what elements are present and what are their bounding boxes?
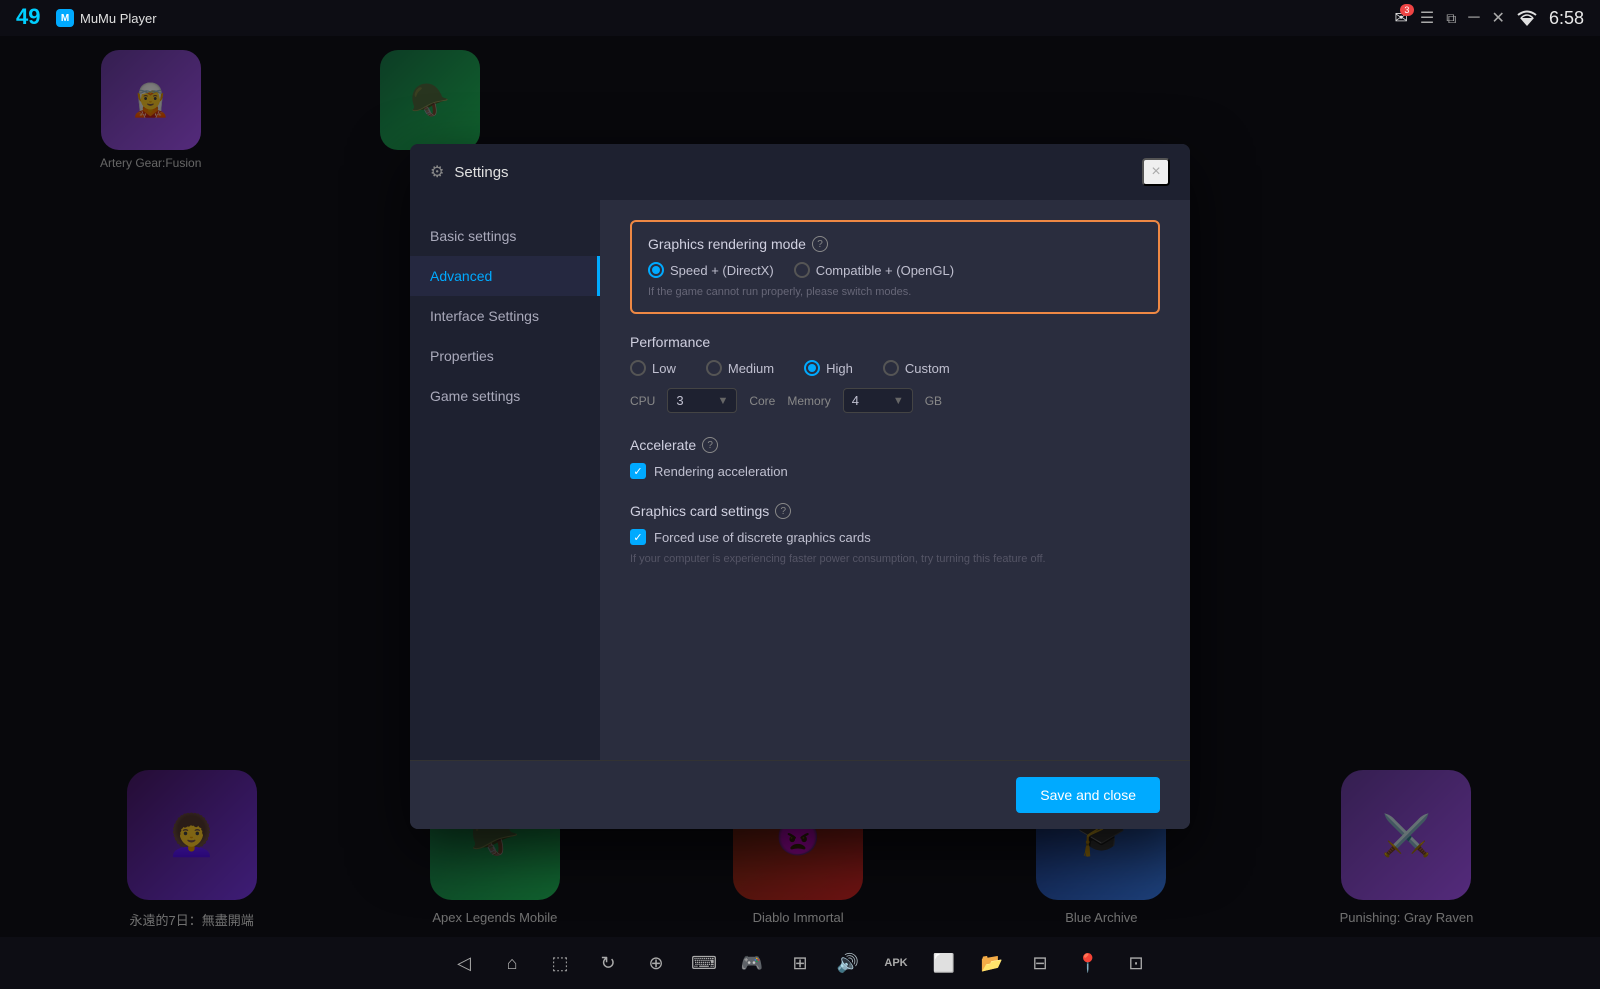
minimize-icon[interactable]: ─ xyxy=(1468,9,1479,27)
taskbar-keyboard[interactable]: ⌨ xyxy=(690,949,718,977)
memory-label: Memory xyxy=(787,394,830,408)
discrete-gpu-checkbox[interactable]: ✓ xyxy=(630,529,646,545)
save-close-button[interactable]: Save and close xyxy=(1016,777,1160,813)
taskbar-more[interactable]: ⊡ xyxy=(1122,949,1150,977)
discrete-gpu-row: ✓ Forced use of discrete graphics cards xyxy=(630,529,1160,545)
memory-select[interactable]: 4 ▼ xyxy=(843,388,913,413)
radio-opengl-circle xyxy=(794,262,810,278)
app-logo-icon: M xyxy=(56,9,74,27)
cpu-select-chevron: ▼ xyxy=(717,395,728,407)
discrete-checkbox-check-icon: ✓ xyxy=(633,531,642,544)
dialog-sidebar: Basic settings Advanced Interface Settin… xyxy=(410,200,600,760)
gpu-section: Graphics card settings ? ✓ Forced use of… xyxy=(630,503,1160,565)
taskbar-rotate[interactable]: ↻ xyxy=(594,949,622,977)
render-mode-hint: If the game cannot run properly, please … xyxy=(648,286,1142,298)
memory-select-chevron: ▼ xyxy=(893,395,904,407)
dialog-footer: Save and close xyxy=(410,760,1190,829)
render-mode-directx[interactable]: Speed + (DirectX) xyxy=(648,262,774,278)
performance-title: Performance xyxy=(630,334,1160,350)
taskbar-folder[interactable]: 📂 xyxy=(978,949,1006,977)
radio-directx-dot xyxy=(652,266,660,274)
dialog-header: ⚙ Settings × xyxy=(410,144,1190,200)
sidebar-item-interface[interactable]: Interface Settings xyxy=(410,296,600,336)
accelerate-info-icon[interactable]: ? xyxy=(702,437,718,453)
app-name: MuMu Player xyxy=(80,11,157,26)
mail-icon-wrap[interactable]: ✉ 3 xyxy=(1394,8,1407,28)
wifi-icon xyxy=(1517,10,1537,26)
dialog-title: Settings xyxy=(454,164,508,181)
gpu-hint: If your computer is experiencing faster … xyxy=(630,553,1130,565)
sidebar-item-game[interactable]: Game settings xyxy=(410,376,600,416)
modal-overlay: ⚙ Settings × Basic settings Advanced Int… xyxy=(0,36,1600,937)
taskbar-back[interactable]: ◁ xyxy=(450,949,478,977)
radio-custom-circle xyxy=(883,360,899,376)
rendering-acceleration-checkbox[interactable]: ✓ xyxy=(630,463,646,479)
perf-low[interactable]: Low xyxy=(630,360,676,376)
rendering-acceleration-row: ✓ Rendering acceleration xyxy=(630,463,1160,479)
settings-gear-icon: ⚙ xyxy=(430,162,444,182)
accelerate-title: Accelerate ? xyxy=(630,437,1160,453)
taskbar-grid[interactable]: ⊞ xyxy=(786,949,814,977)
performance-radio-row: Low Medium High xyxy=(630,360,1160,376)
radio-high-dot xyxy=(808,364,816,372)
checkbox-check-icon: ✓ xyxy=(633,465,642,478)
cpu-select[interactable]: 3 ▼ xyxy=(667,388,737,413)
taskbar-pin[interactable]: 📍 xyxy=(1074,949,1102,977)
sidebar-item-basic[interactable]: Basic settings xyxy=(410,216,600,256)
taskbar-screen[interactable]: ⬚ xyxy=(546,949,574,977)
topbar: 49 M MuMu Player ✉ 3 ☰ ⧉ ─ ✕ 6:58 xyxy=(0,0,1600,36)
topbar-number: 49 xyxy=(16,4,40,30)
taskbar-gamepad[interactable]: 🎮 xyxy=(738,949,766,977)
dialog-close-button[interactable]: × xyxy=(1142,158,1170,186)
radio-medium-circle xyxy=(706,360,722,376)
perf-medium[interactable]: Medium xyxy=(706,360,774,376)
radio-high-circle xyxy=(804,360,820,376)
taskbar-share[interactable]: ⊕ xyxy=(642,949,670,977)
topbar-time: 6:58 xyxy=(1549,8,1584,29)
settings-dialog: ⚙ Settings × Basic settings Advanced Int… xyxy=(410,144,1190,829)
accelerate-section: Accelerate ? ✓ Rendering acceleration xyxy=(630,437,1160,479)
close-icon[interactable]: ✕ xyxy=(1492,8,1505,28)
active-indicator xyxy=(597,256,600,296)
taskbar-window[interactable]: ⬜ xyxy=(930,949,958,977)
taskbar-home[interactable]: ⌂ xyxy=(498,949,526,977)
perf-high[interactable]: High xyxy=(804,360,853,376)
mail-badge: 3 xyxy=(1400,4,1414,16)
taskbar: ◁ ⌂ ⬚ ↻ ⊕ ⌨ 🎮 ⊞ 🔊 APK ⬜ 📂 ⊟ 📍 ⊡ xyxy=(0,937,1600,989)
radio-directx-circle xyxy=(648,262,664,278)
render-mode-section: Graphics rendering mode ? Speed + (Direc… xyxy=(630,220,1160,314)
taskbar-minus[interactable]: ⊟ xyxy=(1026,949,1054,977)
desktop: 49 M MuMu Player ✉ 3 ☰ ⧉ ─ ✕ 6:58 xyxy=(0,0,1600,989)
perf-custom[interactable]: Custom xyxy=(883,360,950,376)
performance-section: Performance Low Medium xyxy=(630,334,1160,413)
dialog-body: Basic settings Advanced Interface Settin… xyxy=(410,200,1190,760)
render-mode-opengl[interactable]: Compatible + (OpenGL) xyxy=(794,262,954,278)
topbar-right: ✉ 3 ☰ ⧉ ─ ✕ 6:58 xyxy=(1394,8,1584,29)
sidebar-item-advanced[interactable]: Advanced xyxy=(410,256,600,296)
performance-controls: CPU 3 ▼ Core Memory 4 ▼ GB xyxy=(630,388,1160,413)
dialog-content: Graphics rendering mode ? Speed + (Direc… xyxy=(600,200,1190,760)
render-mode-info-icon[interactable]: ? xyxy=(812,236,828,252)
taskbar-apk[interactable]: APK xyxy=(882,949,910,977)
cpu-label: CPU xyxy=(630,394,655,408)
menu-icon[interactable]: ☰ xyxy=(1420,8,1434,28)
sidebar-item-properties[interactable]: Properties xyxy=(410,336,600,376)
radio-low-circle xyxy=(630,360,646,376)
render-mode-radio-group: Speed + (DirectX) Compatible + (OpenGL) xyxy=(648,262,1142,278)
discrete-gpu-label: Forced use of discrete graphics cards xyxy=(654,530,871,545)
gb-label: GB xyxy=(925,394,942,408)
core-label: Core xyxy=(749,394,775,408)
gpu-title: Graphics card settings ? xyxy=(630,503,1160,519)
restore-icon[interactable]: ⧉ xyxy=(1446,10,1456,27)
render-mode-title: Graphics rendering mode ? xyxy=(648,236,1142,252)
rendering-acceleration-label: Rendering acceleration xyxy=(654,464,788,479)
gpu-info-icon[interactable]: ? xyxy=(775,503,791,519)
taskbar-volume[interactable]: 🔊 xyxy=(834,949,862,977)
